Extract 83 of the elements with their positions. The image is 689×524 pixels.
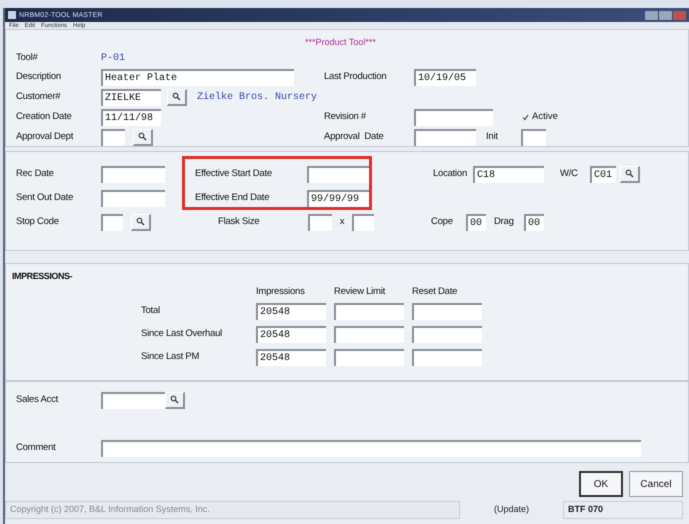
search-icon xyxy=(170,395,179,404)
input-field[interactable] xyxy=(521,128,546,146)
form-title: ***Product Tool*** xyxy=(305,38,376,46)
lookup-button[interactable] xyxy=(165,392,185,408)
field-label: Revision # xyxy=(324,110,368,124)
input-field[interactable]: 99/99/99 xyxy=(307,190,369,206)
field-label: Creation Date xyxy=(16,110,73,124)
value-text: Zielke Bros. Nursery xyxy=(197,90,318,104)
row-label: Since Last PM xyxy=(141,350,200,364)
value-text: P-01 xyxy=(101,52,126,66)
minimize-button[interactable] xyxy=(645,10,658,20)
input-field[interactable] xyxy=(101,392,165,408)
field-label: x xyxy=(338,214,346,229)
field-label: Drag xyxy=(494,214,515,229)
input-field[interactable] xyxy=(414,128,476,146)
ok-button[interactable]: OK xyxy=(579,471,623,497)
status-mode: (Update) xyxy=(492,503,530,516)
field-label: Approval Dept xyxy=(16,130,74,144)
close-button[interactable] xyxy=(673,10,686,20)
field-label: Effective End Date xyxy=(195,190,270,205)
field-label: Tool# xyxy=(16,50,39,65)
input-field[interactable]: 20548 xyxy=(256,326,326,342)
lookup-button[interactable] xyxy=(131,214,151,230)
field-label: Comment xyxy=(16,440,57,455)
field-label: Description xyxy=(16,70,62,84)
input-field[interactable] xyxy=(101,190,165,206)
field-label: Approval Date xyxy=(324,130,385,144)
lookup-button[interactable] xyxy=(133,128,153,146)
status-text: Copyright (c) 2007, B&L Information Systems, Inc. xyxy=(5,501,460,519)
search-icon xyxy=(136,217,145,226)
input-field[interactable]: C01 xyxy=(590,166,616,182)
checkbox[interactable] xyxy=(521,113,529,121)
input-field[interactable]: C18 xyxy=(473,166,544,182)
input-field[interactable] xyxy=(334,326,404,342)
input-field[interactable] xyxy=(334,302,404,320)
field-label: Sent Out Date xyxy=(16,190,74,205)
column-header: Impressions xyxy=(256,285,306,300)
section-title: IMPRESSIONS- xyxy=(12,270,74,283)
field-label: Rec Date xyxy=(16,166,55,181)
input-field[interactable]: 00 xyxy=(466,214,486,230)
input-field[interactable] xyxy=(101,166,165,182)
field-label: Effective Start Date xyxy=(195,166,273,181)
input-field[interactable] xyxy=(101,128,125,146)
field-label: Cope xyxy=(431,214,454,229)
input-field[interactable]: 20548 xyxy=(256,302,326,320)
input-field[interactable] xyxy=(412,348,482,366)
field-label: Last Production xyxy=(324,70,388,84)
input-field[interactable]: 10/19/05 xyxy=(414,69,476,86)
checkbox-label: Active xyxy=(532,110,558,124)
field-label: Flask Size xyxy=(218,214,260,229)
field-label: Sales Acct xyxy=(16,392,60,407)
search-icon xyxy=(138,132,147,141)
field-label: Customer# xyxy=(16,90,62,104)
field-label: W/C xyxy=(560,166,579,181)
input-field[interactable] xyxy=(352,214,374,230)
search-icon xyxy=(172,92,181,101)
input-field[interactable]: 20548 xyxy=(256,348,326,366)
row-label: Since Last Overhaul xyxy=(141,326,224,341)
input-field[interactable]: ZIELKE xyxy=(101,88,161,106)
input-field[interactable] xyxy=(412,302,482,320)
input-field[interactable] xyxy=(308,214,332,230)
status-code: BTF 070 xyxy=(563,501,683,519)
maximize-button[interactable] xyxy=(659,10,672,20)
input-field[interactable] xyxy=(412,326,482,342)
search-icon xyxy=(625,169,634,178)
input-field[interactable]: 11/11/98 xyxy=(101,108,161,126)
column-header: Reset Date xyxy=(412,285,458,300)
input-field[interactable]: 00 xyxy=(524,214,544,230)
input-field[interactable] xyxy=(334,348,404,366)
field-label: Init xyxy=(486,130,499,144)
field-label: Location xyxy=(433,166,468,181)
lookup-button[interactable] xyxy=(167,88,187,106)
column-header: Review Limit xyxy=(334,285,386,300)
input-field[interactable] xyxy=(307,166,369,182)
field-label: Stop Code xyxy=(16,214,60,229)
row-label: Total xyxy=(141,304,161,318)
input-field[interactable] xyxy=(414,108,493,126)
cancel-button[interactable]: Cancel xyxy=(629,471,683,497)
app-icon xyxy=(8,11,16,19)
lookup-button[interactable] xyxy=(620,166,640,182)
input-field[interactable] xyxy=(101,440,641,456)
input-field[interactable]: Heater Plate xyxy=(101,69,294,86)
input-field[interactable] xyxy=(101,214,123,230)
